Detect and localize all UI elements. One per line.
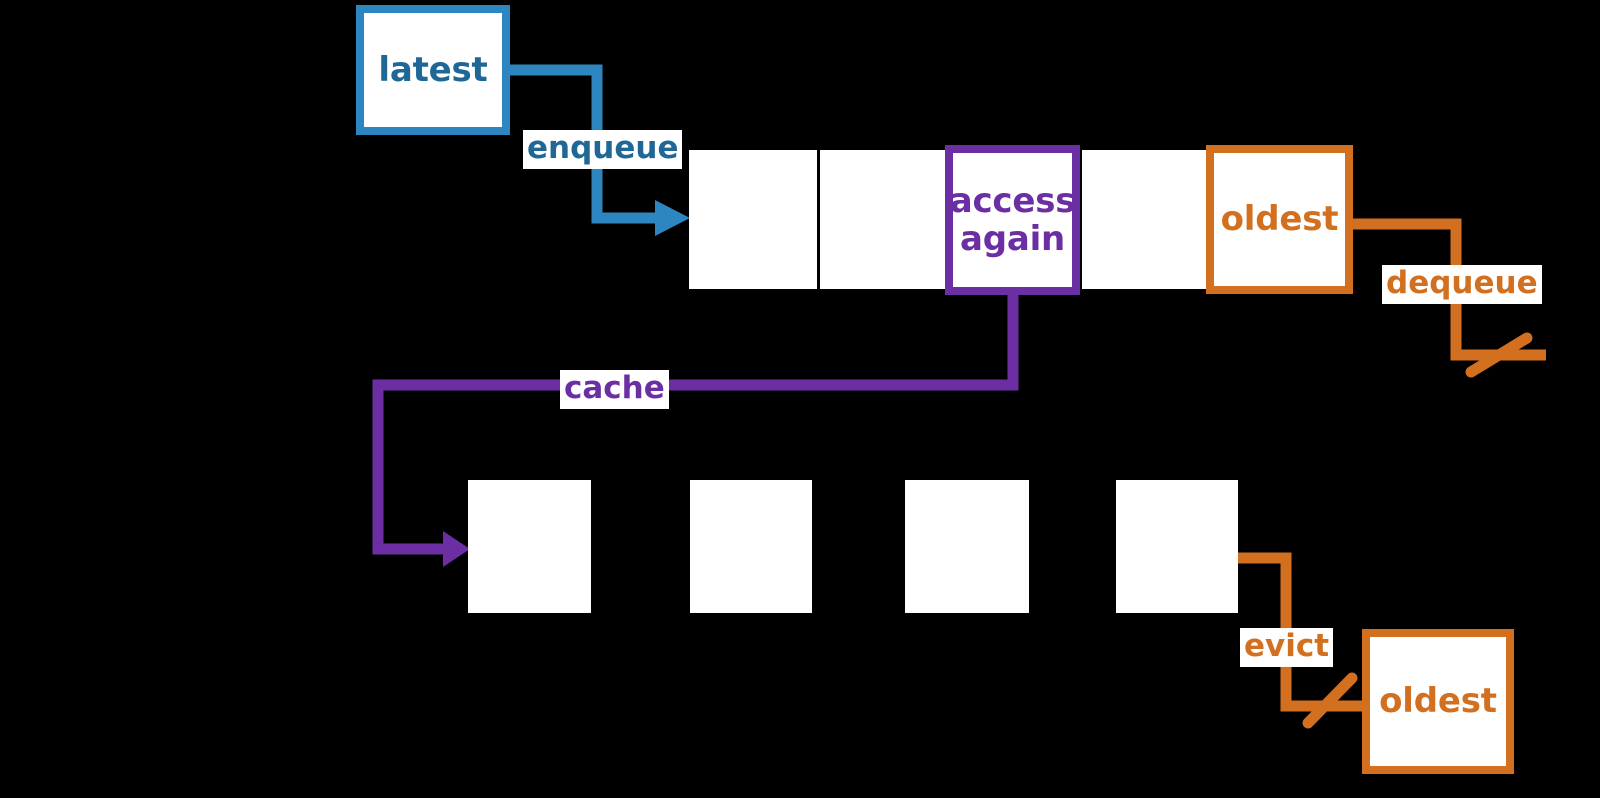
queue-cell-4: [1082, 150, 1208, 289]
queue-cell-oldest: oldest: [1206, 145, 1353, 294]
cache-cell-4: [1116, 480, 1238, 613]
latest-node: latest: [356, 5, 510, 135]
latest-node-label: latest: [378, 49, 488, 90]
connector-layer: [372, 64, 1546, 729]
evict-label: evict: [1240, 628, 1334, 667]
dequeue-label: dequeue: [1382, 265, 1542, 304]
queue-cell-1: [689, 150, 817, 289]
access-again-label: access again: [950, 182, 1076, 258]
cache-cell-1: [468, 480, 591, 613]
queue-cell-access-again: access again: [945, 145, 1080, 295]
cache-label: cache: [560, 370, 669, 409]
enqueue-label: enqueue: [523, 130, 683, 169]
oldest-queue-label: oldest: [1220, 199, 1339, 240]
oldest-cache-node: oldest: [1362, 629, 1514, 774]
access-again-line-1: access: [949, 180, 1076, 221]
cache-cell-2: [690, 480, 812, 613]
diagram-canvas: latest access again oldest oldest enqueu…: [0, 0, 1600, 798]
access-again-line-2: again: [959, 219, 1066, 259]
cache-cell-3: [905, 480, 1029, 613]
queue-cell-2: [820, 150, 948, 289]
oldest-cache-label: oldest: [1379, 681, 1497, 722]
